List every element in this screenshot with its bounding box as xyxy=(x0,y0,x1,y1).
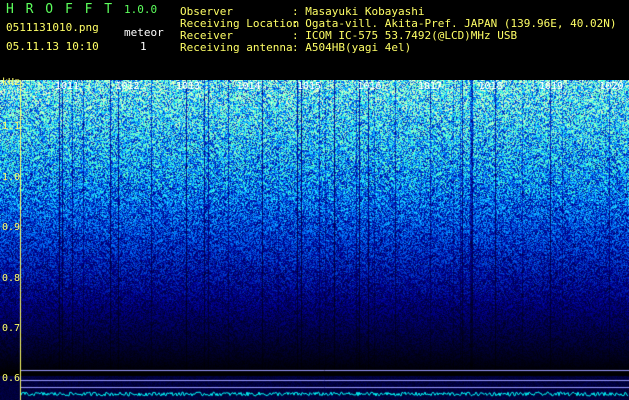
y-tick-label: 0.8 xyxy=(2,273,21,284)
minute-label: 1016 xyxy=(357,81,382,92)
antenna-label: Receiving antenna xyxy=(180,41,293,54)
y-tick-label: 0.9 xyxy=(2,222,21,233)
minute-label: 1013 xyxy=(176,81,201,92)
meteor-count: 1 xyxy=(140,40,147,53)
meteor-label: meteor xyxy=(124,26,164,39)
axis-unit-label: kHz xyxy=(2,77,21,88)
y-tick-label: 0.7 xyxy=(2,323,21,334)
minute-label: 1017 xyxy=(418,81,443,92)
minute-label: 1011 xyxy=(55,81,80,92)
minute-label: 1014 xyxy=(236,81,261,92)
minute-label: 1019 xyxy=(539,81,564,92)
y-tick-label: 0.6 xyxy=(2,373,21,384)
minute-label: 1015 xyxy=(297,81,322,92)
y-tick-label: 1.1 xyxy=(2,121,21,132)
file-name: 0511131010.png xyxy=(6,21,99,34)
app-title: H R O F F T xyxy=(6,2,115,17)
file-datetime: 05.11.13 10:10 xyxy=(6,40,99,53)
app-version: 1.0.0 xyxy=(124,3,158,16)
minute-label: 1020 xyxy=(599,81,624,92)
antenna-value: : A504HB(yagi 4el) xyxy=(292,41,412,54)
minute-label: 1018 xyxy=(478,81,503,92)
minute-label: 1012 xyxy=(115,81,140,92)
y-tick-label: 1.0 xyxy=(2,172,21,183)
spectrogram-canvas xyxy=(0,80,629,400)
